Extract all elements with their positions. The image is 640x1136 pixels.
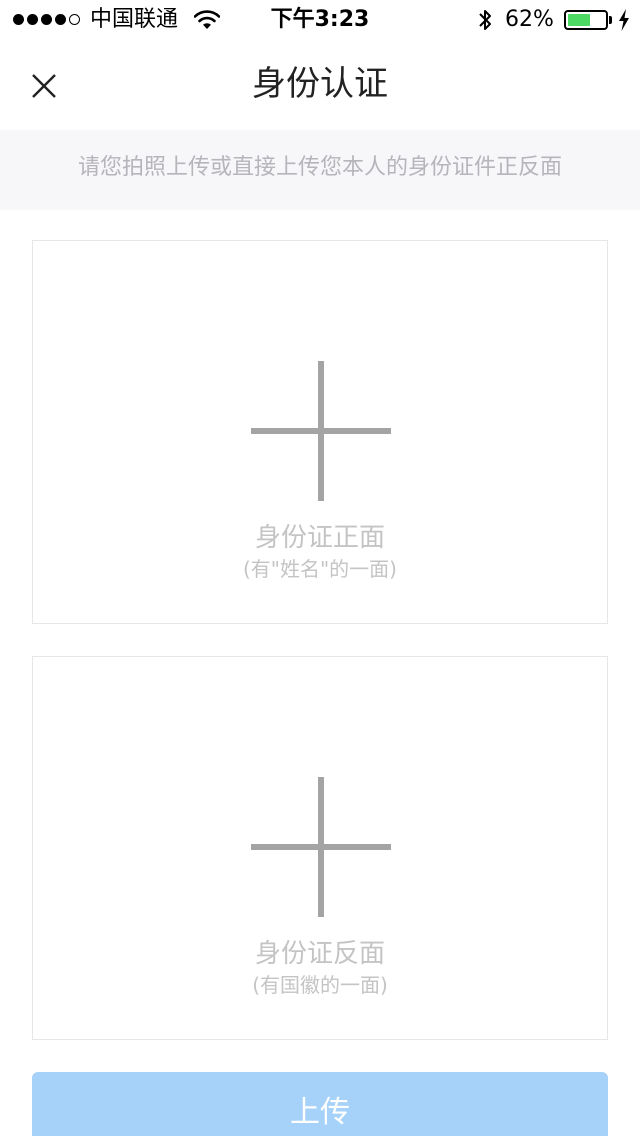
id-front-label: 身份证正面 bbox=[254, 523, 385, 553]
nav-bar: 身份认证 bbox=[0, 40, 640, 130]
battery-percent: 62% bbox=[505, 7, 554, 32]
id-front-sublabel: (有"姓名"的一面) bbox=[242, 557, 397, 581]
battery-tip bbox=[609, 16, 612, 24]
battery-fill bbox=[568, 14, 591, 26]
id-back-sublabel: (有国徽的一面) bbox=[252, 973, 388, 997]
screen: 中国联通 下午3:23 62% 身份认证 请您拍照上传或直接上传您本人的身份证件 bbox=[0, 0, 640, 1136]
id-front-upload-card[interactable]: 身份证正面 (有"姓名"的一面) bbox=[32, 240, 608, 624]
plus-vertical-bar bbox=[318, 361, 324, 501]
plus-vertical-bar bbox=[318, 777, 324, 917]
bluetooth-icon bbox=[479, 10, 491, 30]
plus-icon bbox=[251, 361, 391, 501]
status-bar: 中国联通 下午3:23 62% bbox=[0, 0, 640, 40]
charging-icon bbox=[619, 9, 629, 31]
page-title: 身份认证 bbox=[252, 64, 388, 104]
id-back-label: 身份证反面 bbox=[254, 939, 385, 969]
upload-button[interactable]: 上传 bbox=[32, 1072, 608, 1136]
hint-banner: 请您拍照上传或直接上传您本人的身份证件正反面 bbox=[0, 130, 640, 210]
battery-icon bbox=[564, 10, 608, 30]
id-back-upload-card[interactable]: 身份证反面 (有国徽的一面) bbox=[32, 656, 608, 1040]
plus-icon bbox=[251, 777, 391, 917]
